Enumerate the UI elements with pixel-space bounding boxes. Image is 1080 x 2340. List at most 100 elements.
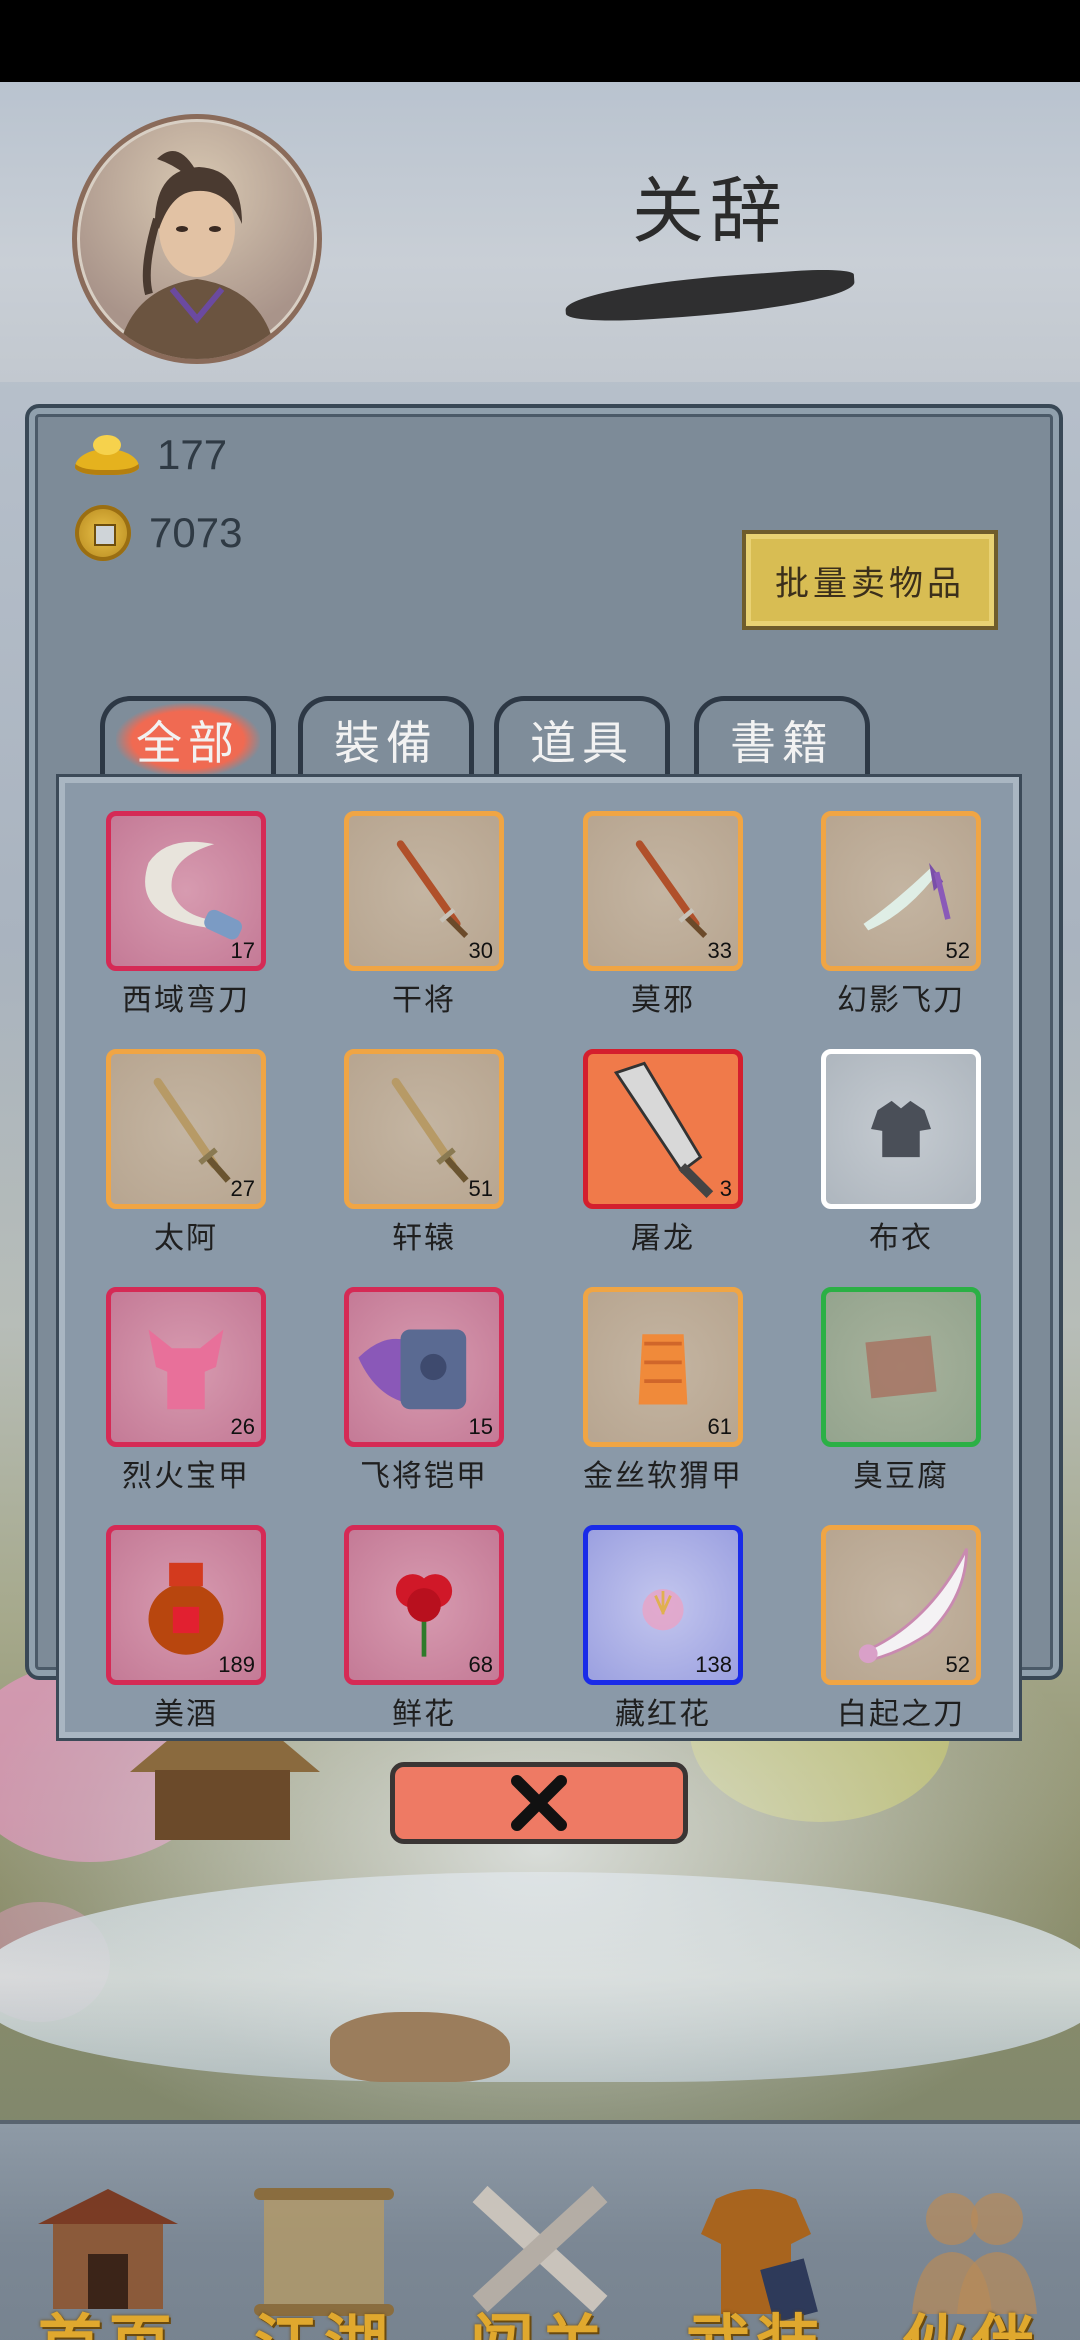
tab-books[interactable]: 書籍 bbox=[694, 696, 870, 778]
inventory-slot[interactable]: 15 飞将铠甲 bbox=[297, 1277, 537, 1497]
player-header: 关辞 bbox=[0, 82, 1080, 382]
inventory-slot[interactable]: 布衣 bbox=[774, 1039, 1014, 1259]
broadsword-icon bbox=[613, 1061, 714, 1198]
coin-amount: 7073 bbox=[149, 509, 243, 556]
item-name: 轩辕 bbox=[392, 1221, 456, 1256]
item-count: 3 bbox=[719, 1176, 732, 1201]
bottom-nav: 首页 江湖 闯关 武装 bbox=[0, 2120, 1080, 2340]
item-icon-frame bbox=[821, 1049, 981, 1209]
ink-brush-decoration bbox=[564, 266, 856, 326]
tab-all-label: 全部 bbox=[116, 702, 260, 777]
inventory-slot[interactable]: 51 轩辕 bbox=[297, 1039, 537, 1259]
cloth-shirt-icon bbox=[871, 1100, 931, 1158]
close-button[interactable] bbox=[390, 1762, 688, 1844]
item-name: 藏红花 bbox=[615, 1697, 711, 1732]
bulk-sell-button[interactable]: 批量卖物品 bbox=[742, 530, 998, 630]
item-icon-frame: 52 bbox=[821, 1525, 981, 1685]
item-icon-frame: 15 bbox=[344, 1287, 504, 1447]
item-count: 189 bbox=[218, 1652, 255, 1677]
item-icon-frame: 138 bbox=[583, 1525, 743, 1685]
item-count: 51 bbox=[468, 1176, 493, 1201]
tab-all[interactable]: 全部 bbox=[100, 696, 276, 778]
nav-jianghu-label: 江湖 bbox=[216, 2294, 432, 2340]
tab-books-label: 書籍 bbox=[730, 715, 834, 770]
inventory-tabs: 全部 裝備 道具 書籍 bbox=[100, 696, 900, 778]
item-name: 幻影飞刀 bbox=[837, 983, 965, 1018]
item-icon-frame: 52 bbox=[821, 811, 981, 971]
item-count: 15 bbox=[468, 1414, 493, 1439]
character-portrait-icon bbox=[117, 151, 277, 359]
nav-equipment[interactable]: 武装 bbox=[648, 2124, 864, 2340]
nav-companions-label: 伙伴 bbox=[864, 2294, 1080, 2340]
copper-coin-icon bbox=[75, 505, 131, 561]
nav-home[interactable]: 首页 bbox=[0, 2124, 216, 2340]
inventory-slot[interactable]: 26 烈火宝甲 bbox=[59, 1277, 299, 1497]
item-icon-frame: 61 bbox=[583, 1287, 743, 1447]
ingot-amount: 177 bbox=[157, 431, 228, 478]
inventory-slot[interactable]: 52 白起之刀 bbox=[774, 1515, 1014, 1735]
game-scene: 关辞 177 7073 批量卖物品 全部 裝備 道具 書籍 17 西域弯刀 30 干将… bbox=[0, 82, 1080, 2340]
close-icon bbox=[511, 1775, 567, 1831]
item-name: 白起之刀 bbox=[837, 1697, 965, 1732]
item-name: 屠龙 bbox=[631, 1221, 695, 1256]
item-name: 西域弯刀 bbox=[122, 983, 250, 1018]
item-name: 干将 bbox=[392, 983, 456, 1018]
item-name: 飞将铠甲 bbox=[360, 1459, 488, 1494]
item-name: 莫邪 bbox=[631, 983, 695, 1018]
item-icon-frame: 189 bbox=[106, 1525, 266, 1685]
item-count: 138 bbox=[695, 1652, 732, 1677]
item-icon-frame: 3 bbox=[583, 1049, 743, 1209]
inventory-slot[interactable]: 33 莫邪 bbox=[536, 801, 776, 1021]
inventory-grid: 17 西域弯刀 30 干将 33 莫邪 52 幻影飞刀 27 太阿 51 轩辕 3 屠龙 布衣 26 烈火宝甲 1… bbox=[56, 774, 1022, 1741]
item-count: 52 bbox=[945, 938, 970, 963]
item-icon-frame: 30 bbox=[344, 811, 504, 971]
item-name: 美酒 bbox=[154, 1697, 218, 1732]
item-count: 30 bbox=[468, 938, 493, 963]
inventory-slot[interactable]: 3 屠龙 bbox=[536, 1039, 776, 1259]
player-name: 关辞 bbox=[631, 169, 788, 253]
inventory-slot[interactable]: 27 太阿 bbox=[59, 1039, 299, 1259]
item-name: 鲜花 bbox=[392, 1697, 456, 1732]
nav-home-label: 首页 bbox=[0, 2294, 216, 2340]
item-count: 68 bbox=[468, 1652, 493, 1677]
item-icon-frame: 27 bbox=[106, 1049, 266, 1209]
gold-ingot-icon bbox=[75, 435, 139, 475]
item-count: 17 bbox=[230, 938, 255, 963]
item-icon-frame: 51 bbox=[344, 1049, 504, 1209]
item-name: 布衣 bbox=[869, 1221, 933, 1256]
inventory-slot[interactable]: 138 藏红花 bbox=[536, 1515, 776, 1735]
item-name: 太阿 bbox=[154, 1221, 218, 1256]
item-name: 烈火宝甲 bbox=[122, 1459, 250, 1494]
inventory-slot[interactable]: 52 幻影飞刀 bbox=[774, 801, 1014, 1021]
inventory-slot[interactable]: 17 西域弯刀 bbox=[59, 801, 299, 1021]
item-count: 33 bbox=[707, 938, 732, 963]
item-count: 26 bbox=[230, 1414, 255, 1439]
item-icon-frame: 68 bbox=[344, 1525, 504, 1685]
tofu-icon bbox=[865, 1335, 937, 1399]
item-icon-frame: 26 bbox=[106, 1287, 266, 1447]
player-avatar[interactable] bbox=[72, 114, 322, 364]
inventory-slot[interactable]: 68 鲜花 bbox=[297, 1515, 537, 1735]
nav-companions[interactable]: 伙伴 bbox=[864, 2124, 1080, 2340]
nav-jianghu[interactable]: 江湖 bbox=[216, 2124, 432, 2340]
nav-stages-label: 闯关 bbox=[432, 2294, 648, 2340]
item-name: 臭豆腐 bbox=[853, 1459, 949, 1494]
rock bbox=[330, 2012, 510, 2082]
item-name: 金丝软猬甲 bbox=[583, 1459, 743, 1494]
ingot-balance: 177 bbox=[75, 425, 227, 485]
item-icon-frame bbox=[821, 1287, 981, 1447]
tab-props[interactable]: 道具 bbox=[494, 696, 670, 778]
nav-equipment-label: 武装 bbox=[648, 2294, 864, 2340]
inventory-slot[interactable]: 189 美酒 bbox=[59, 1515, 299, 1735]
inventory-slot[interactable]: 臭豆腐 bbox=[774, 1277, 1014, 1497]
item-icon-frame: 33 bbox=[583, 811, 743, 971]
item-icon-frame: 17 bbox=[106, 811, 266, 971]
item-count: 27 bbox=[230, 1176, 255, 1201]
item-count: 52 bbox=[945, 1652, 970, 1677]
coin-balance: 7073 bbox=[75, 503, 242, 563]
tab-equipment[interactable]: 裝備 bbox=[298, 696, 474, 778]
inventory-slot[interactable]: 30 干将 bbox=[297, 801, 537, 1021]
nav-stages[interactable]: 闯关 bbox=[432, 2124, 648, 2340]
inventory-slot[interactable]: 61 金丝软猬甲 bbox=[536, 1277, 776, 1497]
tab-props-label: 道具 bbox=[530, 715, 634, 770]
